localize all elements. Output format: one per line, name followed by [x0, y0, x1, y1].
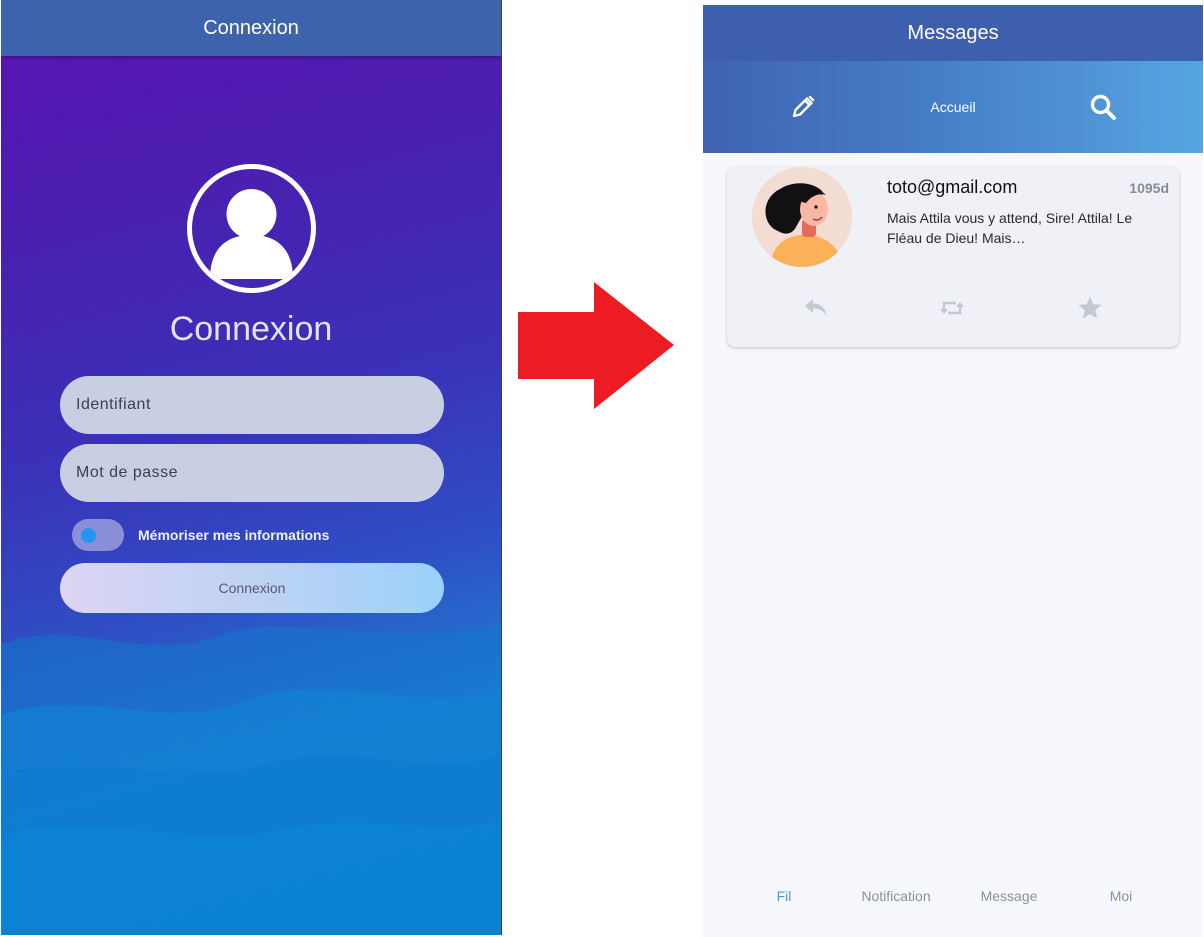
star-icon[interactable] — [1075, 293, 1105, 323]
retweet-icon[interactable] — [937, 293, 967, 323]
sender-avatar[interactable] — [752, 167, 852, 267]
login-app-bar-title: Connexion — [203, 16, 299, 39]
message-body: Mais Attila vous y attend, Sire! Attila!… — [887, 210, 1133, 246]
sender-email: toto@gmail.com — [887, 177, 1018, 197]
login-heading: Connexion — [169, 310, 333, 348]
nav-tab-message[interactable]: Message — [949, 888, 1069, 904]
login-submit-button[interactable]: Connexion — [60, 563, 444, 613]
bottom-navigation: Fil Notification Message Moi — [703, 867, 1203, 937]
remember-me-label: Mémoriser mes informations — [138, 527, 330, 543]
username-field[interactable] — [60, 376, 444, 434]
nav-tab-feed[interactable]: Fil — [724, 888, 844, 904]
search-icon[interactable] — [1087, 91, 1119, 123]
background-waves — [1, 625, 501, 935]
toolbar-home-label[interactable]: Accueil — [703, 99, 1203, 115]
user-avatar-icon — [187, 164, 316, 293]
messages-app-bar-title: Messages — [907, 21, 999, 44]
nav-tab-notification[interactable]: Notification — [836, 888, 956, 904]
login-app-bar: Connexion — [1, 0, 501, 56]
messages-app-bar: Messages — [703, 5, 1203, 61]
message-time: 1095d — [1129, 180, 1169, 196]
message-card[interactable]: toto@gmail.com 1095d Mais Attila vous y … — [727, 167, 1179, 347]
remember-me-toggle[interactable] — [72, 519, 124, 551]
toggle-knob — [81, 528, 96, 543]
messages-toolbar: Accueil — [703, 61, 1203, 153]
messages-screen: Messages Accueil toto@gmail.com 1095d Ma… — [703, 5, 1203, 937]
password-field[interactable] — [60, 444, 444, 502]
right-arrow-icon — [518, 282, 674, 409]
reply-icon[interactable] — [801, 293, 831, 323]
login-screen: Connexion Connexion Mémoriser mes inform… — [1, 0, 502, 935]
nav-tab-me[interactable]: Moi — [1061, 888, 1181, 904]
